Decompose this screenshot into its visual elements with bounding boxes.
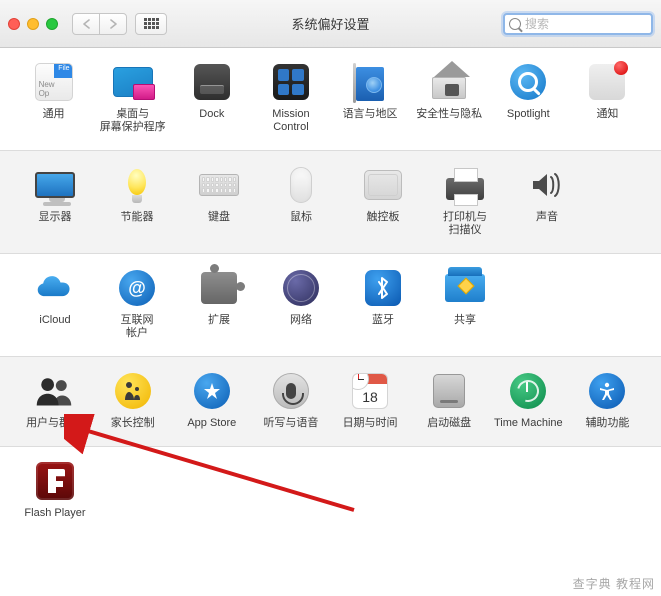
users-groups-icon [34, 371, 74, 411]
prefs-row-4: 用户与群组 家长控制 App Store 听写与语音 18 日期与时间 启动磁盘 [0, 356, 661, 446]
minimize-button[interactable] [27, 18, 39, 30]
pref-language-region[interactable]: 语言与地区 [331, 62, 410, 134]
pref-dock[interactable]: Dock [172, 62, 251, 134]
dock-icon [194, 64, 230, 100]
pref-network[interactable]: 网络 [260, 268, 342, 340]
zoom-button[interactable] [46, 18, 58, 30]
accessibility-icon [589, 373, 625, 409]
pref-sound[interactable]: 声音 [506, 165, 588, 237]
pref-general[interactable]: FileNewOp 通用 [14, 62, 93, 134]
pref-desktop-screensaver[interactable]: 桌面与 屏幕保护程序 [93, 62, 172, 134]
pref-extensions[interactable]: 扩展 [178, 268, 260, 340]
watermark: 查字典 教程网 [573, 575, 655, 592]
nav-back-forward [72, 13, 127, 35]
flash-player-icon [36, 462, 74, 500]
pref-users-groups[interactable]: 用户与群组 [14, 371, 93, 430]
notifications-icon [589, 64, 625, 100]
pref-time-machine[interactable]: Time Machine [489, 371, 568, 430]
search-field[interactable]: ✕ [503, 13, 653, 35]
pref-parental-controls[interactable]: 家长控制 [93, 371, 172, 430]
pref-printers-scanners[interactable]: 打印机与 扫描仪 [424, 165, 506, 237]
date-time-icon: 18 [352, 373, 388, 409]
general-icon: FileNewOp [35, 63, 73, 101]
prefs-row-2: 显示器 节能器 键盘 鼠标 触控板 打印机与 扫描仪 声音 [0, 150, 661, 253]
icloud-icon [35, 268, 75, 308]
prefs-row-1: FileNewOp 通用 桌面与 屏幕保护程序 Dock Mission Con… [0, 48, 661, 150]
security-icon [432, 65, 466, 99]
prefs-row-5: Flash Player [0, 446, 661, 536]
close-button[interactable] [8, 18, 20, 30]
search-icon [509, 18, 521, 30]
pref-accessibility[interactable]: 辅助功能 [568, 371, 647, 430]
pref-keyboard[interactable]: 键盘 [178, 165, 260, 237]
pref-sharing[interactable]: 共享 [424, 268, 506, 340]
back-button[interactable] [72, 13, 100, 35]
language-icon [356, 67, 384, 101]
dictation-icon [273, 373, 309, 409]
displays-icon [35, 172, 75, 198]
pref-flash-player[interactable]: Flash Player [14, 461, 96, 520]
traffic-lights [8, 18, 58, 30]
pref-mission-control[interactable]: Mission Control [251, 62, 330, 134]
forward-button[interactable] [99, 13, 127, 35]
show-all-button[interactable] [135, 13, 167, 35]
mission-control-icon [273, 64, 309, 100]
pref-security-privacy[interactable]: 安全性与隐私 [410, 62, 489, 134]
network-icon [283, 270, 319, 306]
app-store-icon [194, 373, 230, 409]
bluetooth-icon [365, 270, 401, 306]
pref-date-time[interactable]: 18 日期与时间 [331, 371, 410, 430]
pref-trackpad[interactable]: 触控板 [342, 165, 424, 237]
pref-dictation-speech[interactable]: 听写与语音 [251, 371, 330, 430]
printer-icon [446, 178, 484, 200]
energy-icon [128, 169, 146, 195]
keyboard-icon [199, 174, 239, 196]
extensions-icon [201, 272, 237, 304]
pref-spotlight[interactable]: Spotlight [489, 62, 568, 134]
desktop-icon [113, 67, 153, 97]
pref-startup-disk[interactable]: 启动磁盘 [410, 371, 489, 430]
parental-controls-icon [115, 373, 151, 409]
pref-energy-saver[interactable]: 节能器 [96, 165, 178, 237]
pref-bluetooth[interactable]: 蓝牙 [342, 268, 424, 340]
pref-app-store[interactable]: App Store [172, 371, 251, 430]
pref-icloud[interactable]: iCloud [14, 268, 96, 340]
mouse-icon [290, 167, 312, 203]
prefs-row-3: iCloud @ 互联网 帐户 扩展 网络 蓝牙 共享 [0, 253, 661, 356]
pref-internet-accounts[interactable]: @ 互联网 帐户 [96, 268, 178, 340]
trackpad-icon [364, 170, 402, 200]
time-machine-icon [510, 373, 546, 409]
pref-notifications[interactable]: 通知 [568, 62, 647, 134]
spotlight-icon [510, 64, 546, 100]
internet-accounts-icon: @ [119, 270, 155, 306]
window-titlebar: 系统偏好设置 ✕ [0, 0, 661, 48]
sound-icon [527, 165, 567, 205]
search-input[interactable] [525, 17, 661, 31]
startup-disk-icon [433, 374, 465, 408]
pref-mouse[interactable]: 鼠标 [260, 165, 342, 237]
pref-displays[interactable]: 显示器 [14, 165, 96, 237]
sharing-icon [445, 274, 485, 302]
